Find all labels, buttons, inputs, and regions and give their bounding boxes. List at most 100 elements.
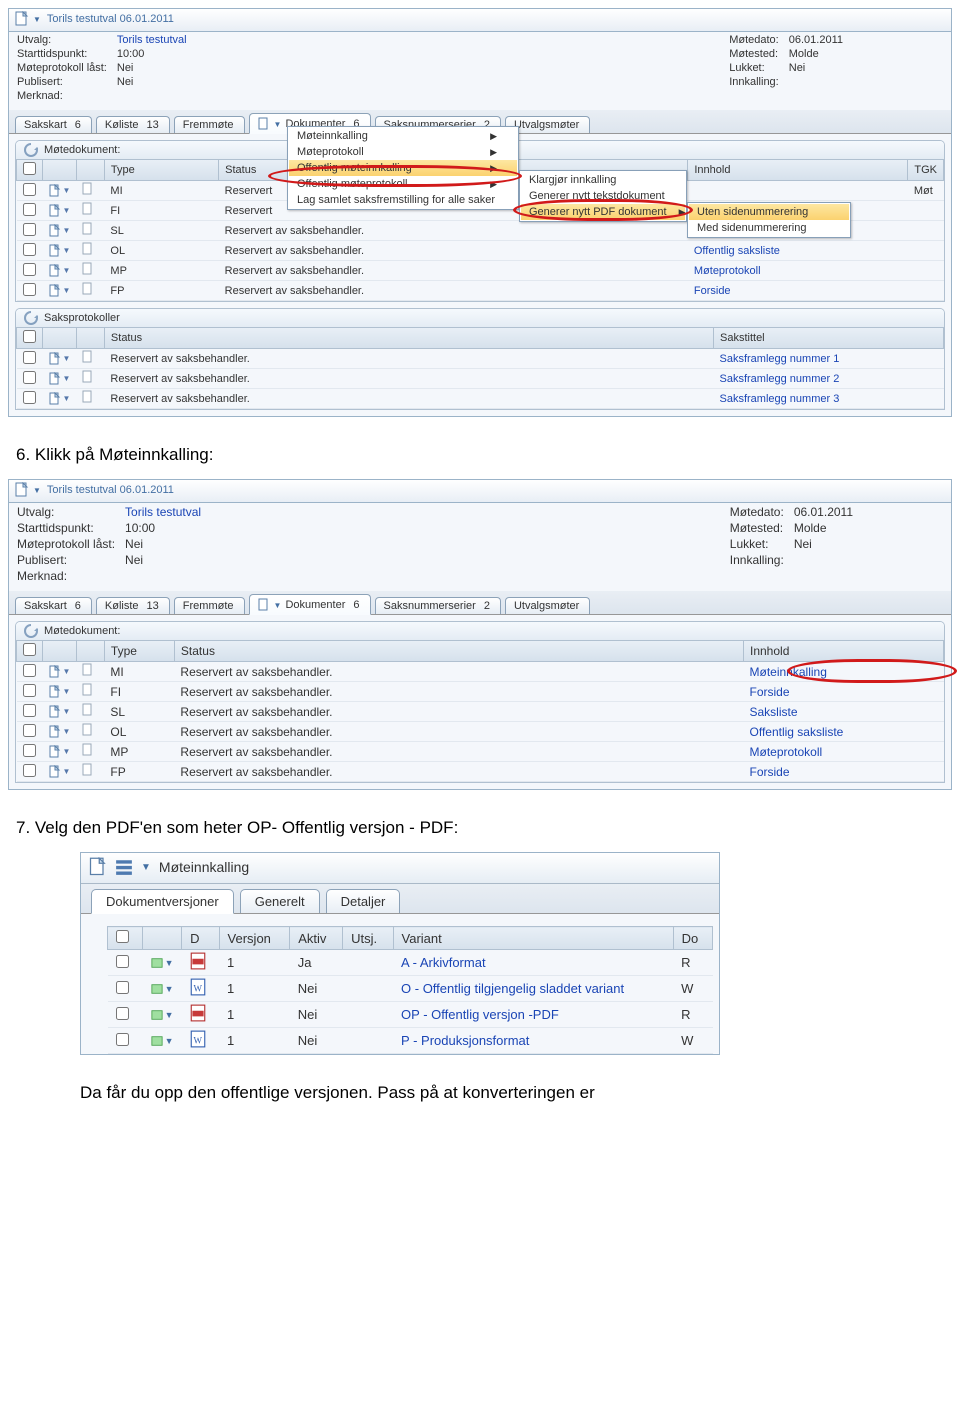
- tab-fremmøte[interactable]: Fremmøte: [174, 116, 245, 133]
- refresh-icon[interactable]: [24, 311, 38, 325]
- select-all-checkbox[interactable]: [116, 930, 129, 943]
- row-checkbox[interactable]: [23, 223, 36, 236]
- page-icon[interactable]: [49, 705, 61, 719]
- action-icon[interactable]: [151, 1008, 163, 1022]
- variant-link[interactable]: O - Offentlig tilgjengelig sladdet varia…: [401, 981, 624, 996]
- tab-fremmøte[interactable]: Fremmøte: [174, 597, 245, 614]
- document-link[interactable]: Møteprotokoll: [694, 265, 761, 277]
- menu-item[interactable]: Møteprotokoll ▶: [289, 144, 517, 160]
- menu-item[interactable]: Generer nytt PDF dokument ▶: [521, 204, 685, 220]
- row-checkbox[interactable]: [23, 724, 36, 737]
- page-icon[interactable]: [49, 264, 61, 278]
- row-checkbox[interactable]: [23, 243, 36, 256]
- row-checkbox[interactable]: [23, 263, 36, 276]
- select-all-checkbox[interactable]: [23, 643, 36, 656]
- menu-item[interactable]: Møteinnkalling ▶: [289, 128, 517, 144]
- blank-page-icon[interactable]: [82, 743, 94, 757]
- tab-køliste[interactable]: Køliste13: [96, 597, 170, 614]
- tab-detaljer[interactable]: Detaljer: [326, 889, 401, 913]
- protocol-link[interactable]: Saksframlegg nummer 3: [720, 393, 840, 405]
- row-checkbox[interactable]: [116, 955, 129, 968]
- tab-utvalgsmøter[interactable]: Utvalgsmøter: [505, 597, 590, 614]
- blank-page-icon[interactable]: [82, 390, 94, 404]
- select-all-checkbox[interactable]: [23, 162, 36, 175]
- dropdown-arrow-icon[interactable]: ▼: [33, 15, 41, 24]
- refresh-icon[interactable]: [24, 624, 38, 638]
- menu-item[interactable]: Med sidenummerering: [689, 220, 849, 236]
- row-checkbox[interactable]: [23, 371, 36, 384]
- row-checkbox[interactable]: [23, 744, 36, 757]
- row-checkbox[interactable]: [116, 1007, 129, 1020]
- menu-item[interactable]: Offentlig møteprotokoll ▶: [289, 176, 517, 192]
- refresh-icon[interactable]: [24, 143, 38, 157]
- menu-item[interactable]: Uten sidenummerering: [689, 204, 849, 220]
- document-link[interactable]: Møteinnkalling: [750, 665, 827, 679]
- row-checkbox[interactable]: [23, 183, 36, 196]
- row-checkbox[interactable]: [23, 664, 36, 677]
- blank-page-icon[interactable]: [82, 663, 94, 677]
- row-checkbox[interactable]: [23, 684, 36, 697]
- row-checkbox[interactable]: [23, 764, 36, 777]
- blank-page-icon[interactable]: [82, 282, 94, 296]
- page-icon[interactable]: [49, 392, 61, 406]
- dropdown-arrow-icon[interactable]: ▼: [141, 862, 151, 873]
- action-icon[interactable]: [151, 982, 163, 996]
- page-icon[interactable]: [49, 244, 61, 258]
- blank-page-icon[interactable]: [82, 723, 94, 737]
- page-icon[interactable]: [49, 204, 61, 218]
- tab-dokumentversjoner[interactable]: Dokumentversjoner: [91, 889, 234, 914]
- blank-page-icon[interactable]: [82, 182, 94, 196]
- menu-item[interactable]: Offentlig møteinnkalling ▶: [289, 160, 517, 176]
- select-all-checkbox[interactable]: [23, 330, 36, 343]
- document-link[interactable]: Saksliste: [750, 705, 798, 719]
- blank-page-icon[interactable]: [82, 350, 94, 364]
- menu-item[interactable]: Klargjør innkalling: [521, 172, 685, 188]
- page-icon[interactable]: [49, 284, 61, 298]
- page-icon[interactable]: [49, 184, 61, 198]
- tab-sakskart[interactable]: Sakskart6: [15, 597, 92, 614]
- row-checkbox[interactable]: [116, 1033, 129, 1046]
- blank-page-icon[interactable]: [82, 763, 94, 777]
- document-link[interactable]: Offentlig saksliste: [694, 245, 780, 257]
- tab-køliste[interactable]: Køliste13: [96, 116, 170, 133]
- dropdown-arrow-icon[interactable]: ▼: [33, 486, 41, 495]
- action-icon[interactable]: [151, 1034, 163, 1048]
- document-link[interactable]: Forside: [694, 285, 731, 297]
- variant-link[interactable]: P - Produksjonsformat: [401, 1033, 529, 1048]
- document-link[interactable]: Offentlig saksliste: [750, 725, 844, 739]
- menu-item[interactable]: Lag samlet saksfremstilling for alle sak…: [289, 192, 517, 208]
- protocol-link[interactable]: Saksframlegg nummer 2: [720, 373, 840, 385]
- tab-generelt[interactable]: Generelt: [240, 889, 320, 913]
- page-icon[interactable]: [49, 224, 61, 238]
- tab-saksnummerserier[interactable]: Saksnummerserier2: [375, 597, 501, 614]
- document-link[interactable]: Forside: [750, 765, 790, 779]
- tab-sakskart[interactable]: Sakskart6: [15, 116, 92, 133]
- blank-page-icon[interactable]: [82, 262, 94, 276]
- page-icon[interactable]: [49, 665, 61, 679]
- page-icon[interactable]: [49, 372, 61, 386]
- row-checkbox[interactable]: [23, 203, 36, 216]
- document-link[interactable]: Forside: [750, 685, 790, 699]
- utvalg-link[interactable]: Torils testutval: [125, 505, 201, 519]
- variant-link[interactable]: A - Arkivformat: [401, 955, 486, 970]
- page-icon[interactable]: [49, 352, 61, 366]
- blank-page-icon[interactable]: [82, 242, 94, 256]
- row-checkbox[interactable]: [23, 351, 36, 364]
- blank-page-icon[interactable]: [82, 222, 94, 236]
- page-icon[interactable]: [49, 765, 61, 779]
- blank-page-icon[interactable]: [82, 703, 94, 717]
- blank-page-icon[interactable]: [82, 370, 94, 384]
- document-link[interactable]: Møteprotokoll: [750, 745, 823, 759]
- protocol-link[interactable]: Saksframlegg nummer 1: [720, 353, 840, 365]
- menu-item[interactable]: Generer nytt tekstdokument: [521, 188, 685, 204]
- page-icon[interactable]: [49, 685, 61, 699]
- blank-page-icon[interactable]: [82, 202, 94, 216]
- blank-page-icon[interactable]: [82, 683, 94, 697]
- page-icon[interactable]: [49, 725, 61, 739]
- variant-link[interactable]: OP - Offentlig versjon -PDF: [401, 1007, 559, 1022]
- row-checkbox[interactable]: [116, 981, 129, 994]
- tab-dokumenter[interactable]: ▼Dokumenter6: [249, 594, 371, 615]
- row-checkbox[interactable]: [23, 283, 36, 296]
- row-checkbox[interactable]: [23, 391, 36, 404]
- page-icon[interactable]: [49, 745, 61, 759]
